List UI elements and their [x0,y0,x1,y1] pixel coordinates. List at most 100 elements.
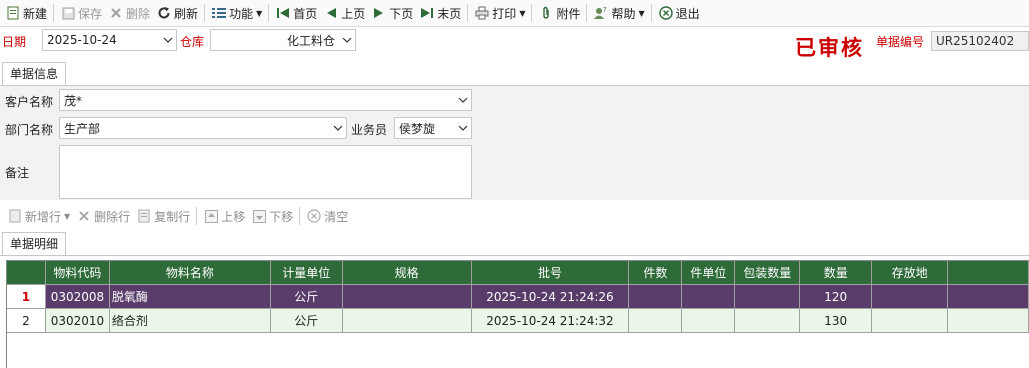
column-header[interactable]: 物料名称 [109,261,271,285]
date-label: 日期 [2,35,27,49]
column-header[interactable]: 物料代码 [45,261,110,285]
last-page-icon [419,5,435,21]
column-header-filler [948,261,1029,285]
cell-pieces[interactable] [629,309,683,333]
warehouse-select[interactable]: 化工料仓 [210,29,356,51]
status-stamp: 已审核 [795,35,864,60]
move-up-button[interactable]: 上移 [200,205,248,227]
cell-location[interactable] [872,309,949,333]
toolbar-separator [531,4,533,22]
clear-button[interactable]: 清空 [303,205,351,227]
cell-location[interactable] [872,285,949,309]
first-page-icon [275,5,291,21]
refresh-label: 刷新 [174,6,199,21]
new-row-icon [7,208,23,224]
toolbar-separator [53,4,55,22]
chevron-down-icon[interactable] [160,30,176,50]
column-header[interactable]: 件单位 [682,261,736,285]
chevron-down-icon: ▼ [256,8,263,18]
cell-filler [948,309,1029,333]
attachment-button[interactable]: 附件 [535,2,583,24]
salesman-label: 业务员 [351,123,388,137]
delete-row-label: 删除行 [94,209,131,224]
chevron-down-icon[interactable] [339,30,355,50]
exit-label: 退出 [675,6,700,21]
detail-toolbar: 新增行 ▼ 删除行 复制行 上移 下移 清空 [0,204,1029,228]
cell-spec[interactable] [342,309,472,333]
cell-code[interactable]: 0302008 [45,285,110,309]
column-header[interactable]: 批号 [471,261,630,285]
copy-icon [136,208,152,224]
tab-detail[interactable]: 单据明细 [2,232,67,256]
print-button[interactable]: 打印 ▼ [471,2,528,24]
save-button[interactable]: 保存 [57,2,105,24]
cell-name[interactable]: 脱氧酶 [109,285,271,309]
next-page-button[interactable]: 下页 [368,2,416,24]
grid-header-row: 物料代码 物料名称 计量单位 规格 批号 件数 件单位 包装数量 数量 存放地 [7,261,1029,285]
tab-info[interactable]: 单据信息 [2,62,67,86]
salesman-value: 侯梦旋 [399,121,436,136]
cell-piece-unit[interactable] [682,309,736,333]
new-button[interactable]: 新建 [2,2,50,24]
cell-unit[interactable]: 公斤 [270,309,343,333]
move-down-button[interactable]: 下移 [248,205,296,227]
last-page-button[interactable]: 末页 [416,2,464,24]
chevron-down-icon: ▼ [64,211,71,221]
cell-batch[interactable]: 2025-10-24 21:24:32 [471,309,630,333]
table-row[interactable]: 1 0302008 脱氧酶 公斤 2025-10-24 21:24:26 120 [7,285,1029,309]
toolbar-separator [204,4,206,22]
cell-batch[interactable]: 2025-10-24 21:24:26 [471,285,630,309]
toolbar-separator [467,4,469,22]
cell-piece-unit[interactable] [682,285,736,309]
help-menu-button[interactable]: ? 帮助 ▼ [590,2,647,24]
row-number: 1 [7,285,46,309]
cell-pack-qty[interactable] [735,309,801,333]
customer-select[interactable]: 茂* [59,89,472,111]
toolbar-separator [586,4,588,22]
table-row[interactable]: 2 0302010 络合剂 公斤 2025-10-24 21:24:32 130 [7,309,1029,333]
remark-textarea[interactable] [59,145,472,199]
prev-page-button[interactable]: 上页 [320,2,368,24]
date-picker[interactable]: 2025-10-24 [42,29,177,51]
column-header[interactable]: 数量 [800,261,873,285]
exit-button[interactable]: 退出 [655,2,703,24]
column-header[interactable]: 规格 [342,261,472,285]
cell-unit[interactable]: 公斤 [270,285,343,309]
save-label: 保存 [78,6,103,21]
column-header[interactable]: 包装数量 [735,261,801,285]
chevron-down-icon[interactable] [330,118,346,138]
cell-qty[interactable]: 130 [800,309,873,333]
cell-spec[interactable] [342,285,472,309]
cell-pack-qty[interactable] [735,285,801,309]
date-value: 2025-10-24 [47,33,117,47]
detail-grid: 物料代码 物料名称 计量单位 规格 批号 件数 件单位 包装数量 数量 存放地 … [6,260,1029,368]
cell-filler [948,285,1029,309]
next-page-icon [371,5,387,21]
cell-name[interactable]: 络合剂 [109,309,271,333]
delete-button[interactable]: 删除 [105,2,153,24]
dept-select[interactable]: 生产部 [59,117,347,139]
delete-label: 删除 [126,6,151,21]
refresh-button[interactable]: 刷新 [153,2,201,24]
column-header[interactable]: 件数 [629,261,683,285]
delete-row-button[interactable]: 删除行 [73,205,133,227]
cell-pieces[interactable] [629,285,683,309]
doc-no-field[interactable]: UR25102402 [931,31,1029,51]
tab-divider [0,255,1029,256]
chevron-down-icon[interactable] [455,90,471,110]
copy-row-button[interactable]: 复制行 [133,205,193,227]
clear-label: 清空 [324,209,349,224]
column-header[interactable]: 存放地 [872,261,949,285]
cell-qty[interactable]: 120 [800,285,873,309]
last-page-label: 末页 [437,6,462,21]
toolbar-separator [650,4,652,22]
column-header[interactable]: 计量单位 [270,261,343,285]
dept-label: 部门名称 [5,123,54,137]
chevron-down-icon[interactable] [455,118,471,138]
salesman-select[interactable]: 侯梦旋 [394,117,472,139]
add-row-button[interactable]: 新增行 ▼ [4,205,73,227]
function-menu-button[interactable]: 功能 ▼ [208,2,265,24]
help-label: 帮助 [611,6,636,21]
first-page-button[interactable]: 首页 [272,2,320,24]
cell-code[interactable]: 0302010 [45,309,110,333]
